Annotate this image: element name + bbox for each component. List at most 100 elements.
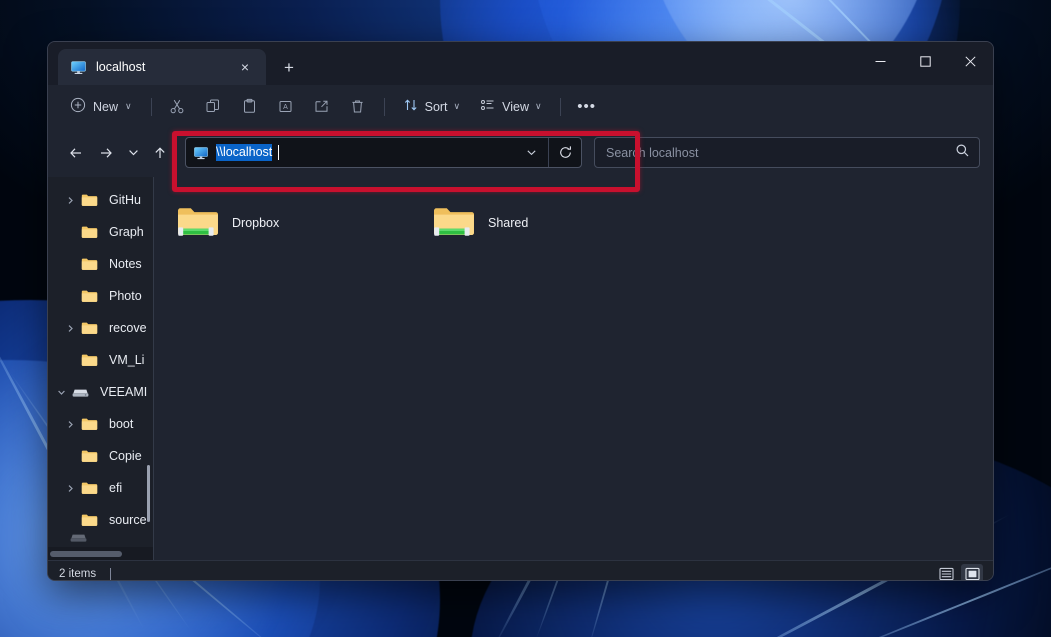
folder-icon <box>81 257 103 271</box>
toolbar-divider <box>151 98 152 116</box>
window-controls <box>858 42 993 81</box>
sidebar-item-sources[interactable]: source <box>48 504 153 536</box>
drive-icon <box>72 385 94 399</box>
paste-button[interactable] <box>233 92 267 122</box>
folder-icon <box>81 193 103 207</box>
sidebar-item-vm-library[interactable]: VM_Li <box>48 344 153 376</box>
sidebar-item-photos[interactable]: Photo <box>48 280 153 312</box>
chevron-down-icon: ∨ <box>535 101 542 112</box>
close-icon[interactable]: × <box>234 56 256 78</box>
up-button[interactable] <box>145 138 175 168</box>
text-caret <box>278 145 279 160</box>
chevron-right-icon[interactable] <box>59 324 81 333</box>
chevron-right-icon[interactable] <box>59 420 81 429</box>
folder-icon <box>81 321 103 335</box>
list-item[interactable]: Dropbox <box>164 193 420 253</box>
maximize-button[interactable] <box>903 42 948 81</box>
folder-tree: GitHu Graph <box>48 177 153 536</box>
recent-locations-button[interactable] <box>121 138 145 168</box>
sidebar-item-label: VM_Li <box>109 353 144 367</box>
toolbar-divider <box>560 98 561 116</box>
chevron-right-icon[interactable] <box>59 484 81 493</box>
plus-circle-icon <box>70 97 86 116</box>
forward-button[interactable] <box>91 138 121 168</box>
back-button[interactable] <box>61 138 91 168</box>
navigation-bar: \\localhost <box>48 128 993 177</box>
rename-button[interactable]: A <box>269 92 303 122</box>
delete-button[interactable] <box>341 92 375 122</box>
explorer-body: GitHu Graph <box>48 177 993 560</box>
more-options-button[interactable]: ••• <box>570 92 604 122</box>
view-mode-buttons <box>935 564 983 581</box>
list-item[interactable]: Shared <box>420 193 676 253</box>
sidebar-item-notes[interactable]: Notes <box>48 248 153 280</box>
sidebar-item-label: recove <box>109 321 147 335</box>
sidebar-item-label: boot <box>109 417 133 431</box>
sidebar-item-label: efi <box>109 481 122 495</box>
search-icon <box>955 143 970 163</box>
sidebar-item-label: Notes <box>109 257 142 271</box>
tab-title: localhost <box>96 60 225 74</box>
address-bar[interactable]: \\localhost <box>185 137 582 168</box>
file-explorer-window: localhost × + New <box>47 41 994 581</box>
new-tab-button[interactable]: + <box>274 52 304 82</box>
sidebar-item-copies[interactable]: Copie <box>48 440 153 472</box>
folder-icon <box>81 481 103 495</box>
view-label: View <box>502 100 529 114</box>
large-icons-view-button[interactable] <box>961 564 983 581</box>
sidebar-horizontal-scrollbar[interactable] <box>48 547 153 560</box>
sidebar-item-github[interactable]: GitHu <box>48 184 153 216</box>
address-input[interactable]: \\localhost <box>186 138 515 167</box>
navigation-pane: GitHu Graph <box>48 177 153 560</box>
sidebar-item-boot[interactable]: boot <box>48 408 153 440</box>
file-name: Shared <box>488 216 528 230</box>
folder-icon <box>81 353 103 367</box>
command-bar: New ∨ A <box>48 85 993 128</box>
refresh-button[interactable] <box>548 138 581 167</box>
close-window-button[interactable] <box>948 42 993 81</box>
item-count: 2 items <box>59 568 96 580</box>
details-view-button[interactable] <box>935 564 957 581</box>
address-dropdown-button[interactable] <box>515 138 548 167</box>
toolbar-divider <box>384 98 385 116</box>
shared-folder-icon <box>432 203 474 244</box>
status-divider <box>110 568 111 580</box>
search-box[interactable] <box>594 137 980 168</box>
chevron-right-icon[interactable] <box>59 196 81 205</box>
cut-button[interactable] <box>161 92 195 122</box>
folder-icon <box>81 449 103 463</box>
chevron-down-icon: ∨ <box>454 101 461 112</box>
minimize-button[interactable] <box>858 42 903 81</box>
sort-button[interactable]: Sort ∨ <box>394 92 470 122</box>
file-name: Dropbox <box>232 216 279 230</box>
sidebar-item-label: Photo <box>109 289 142 303</box>
sidebar-item-efi[interactable]: efi <box>48 472 153 504</box>
sidebar-item-label: GitHu <box>109 193 141 207</box>
sidebar-item-veeam-drive[interactable]: VEEAMI <box>48 376 153 408</box>
view-icon <box>480 97 496 116</box>
copy-button[interactable] <box>197 92 231 122</box>
sidebar-item-label: Graph <box>109 225 144 239</box>
sidebar-item-label: VEEAMI <box>100 385 147 399</box>
search-input[interactable] <box>606 146 955 160</box>
sidebar-item-recovery[interactable]: recove <box>48 312 153 344</box>
sidebar-item-label: Copie <box>109 449 142 463</box>
new-button-label: New <box>93 100 118 114</box>
computer-icon <box>193 145 209 161</box>
scrollbar-thumb[interactable] <box>50 551 122 557</box>
title-bar: localhost × + <box>48 42 993 85</box>
share-button[interactable] <box>305 92 339 122</box>
address-value: \\localhost <box>216 144 272 161</box>
file-list[interactable]: Dropbox Shared <box>154 177 993 560</box>
tab-localhost[interactable]: localhost × <box>58 49 266 85</box>
new-button[interactable]: New ∨ <box>60 92 142 122</box>
status-bar: 2 items <box>48 560 993 581</box>
chevron-down-icon[interactable] <box>50 388 72 397</box>
computer-icon <box>70 59 87 76</box>
sidebar-item-graph[interactable]: Graph <box>48 216 153 248</box>
folder-icon <box>81 417 103 431</box>
sidebar-vertical-scrollbar[interactable] <box>147 465 150 522</box>
folder-icon <box>81 513 103 527</box>
view-button[interactable]: View ∨ <box>471 92 550 122</box>
chevron-down-icon: ∨ <box>125 101 132 112</box>
